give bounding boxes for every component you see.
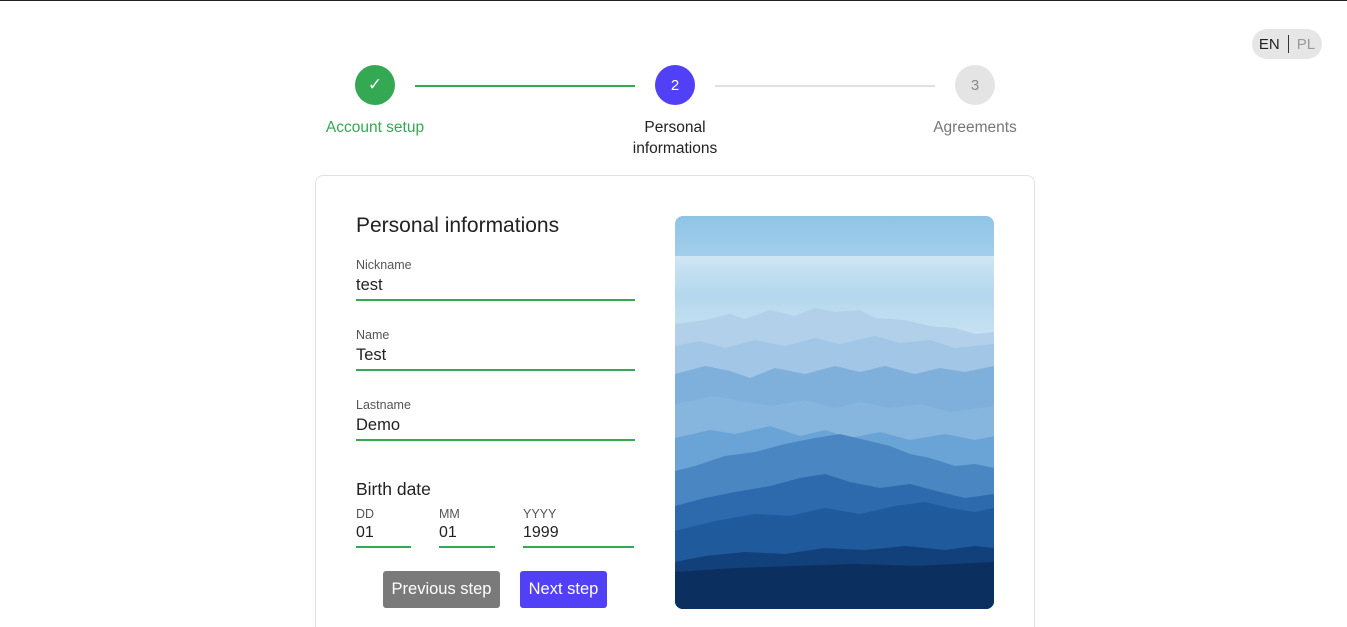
lastname-field[interactable]: Lastname Demo	[356, 398, 635, 441]
nickname-underline	[356, 299, 635, 301]
birth-year-input[interactable]: 1999	[523, 522, 634, 546]
previous-step-button[interactable]: Previous step	[383, 571, 500, 608]
birth-day-label: DD	[356, 507, 375, 521]
birth-year-underline	[523, 546, 634, 548]
birth-month-input[interactable]: 01	[439, 522, 495, 546]
step-2-label: Personal informations	[632, 119, 718, 157]
birth-month-label: MM	[439, 507, 460, 521]
step-3-indicator: 3	[955, 65, 995, 105]
form-title: Personal informations	[356, 214, 560, 237]
name-input[interactable]: Test	[356, 344, 635, 369]
step-2-indicator: 2	[655, 65, 695, 105]
birth-day-input[interactable]: 01	[356, 522, 411, 546]
progress-stepper: ✓ 2 3 Account setup Personal information…	[0, 1, 1347, 171]
birth-year-label: YYYY	[523, 507, 557, 521]
birth-day-underline	[356, 546, 411, 548]
mountain-landscape-image	[675, 216, 994, 609]
step-connector-2	[715, 85, 935, 87]
birth-date-heading: Birth date	[356, 479, 431, 499]
next-step-button[interactable]: Next step	[520, 571, 607, 608]
lastname-label: Lastname	[356, 398, 411, 412]
name-field[interactable]: Name Test	[356, 328, 635, 371]
nickname-field[interactable]: Nickname test	[356, 258, 635, 301]
name-underline	[356, 369, 635, 371]
step-1-label: Account setup	[325, 119, 425, 136]
step-3-label: Agreements	[933, 119, 1017, 136]
birth-month-field[interactable]: MM 01	[439, 507, 495, 548]
step-1-check-icon: ✓	[355, 65, 395, 105]
lastname-input[interactable]: Demo	[356, 414, 635, 439]
birth-year-field[interactable]: YYYY 1999	[523, 507, 634, 548]
birth-day-field[interactable]: DD 01	[356, 507, 411, 548]
nickname-input[interactable]: test	[356, 274, 635, 299]
lastname-underline	[356, 439, 635, 441]
birth-month-underline	[439, 546, 495, 548]
name-label: Name	[356, 328, 390, 342]
step-connector-1	[415, 85, 635, 87]
nickname-label: Nickname	[356, 258, 412, 272]
